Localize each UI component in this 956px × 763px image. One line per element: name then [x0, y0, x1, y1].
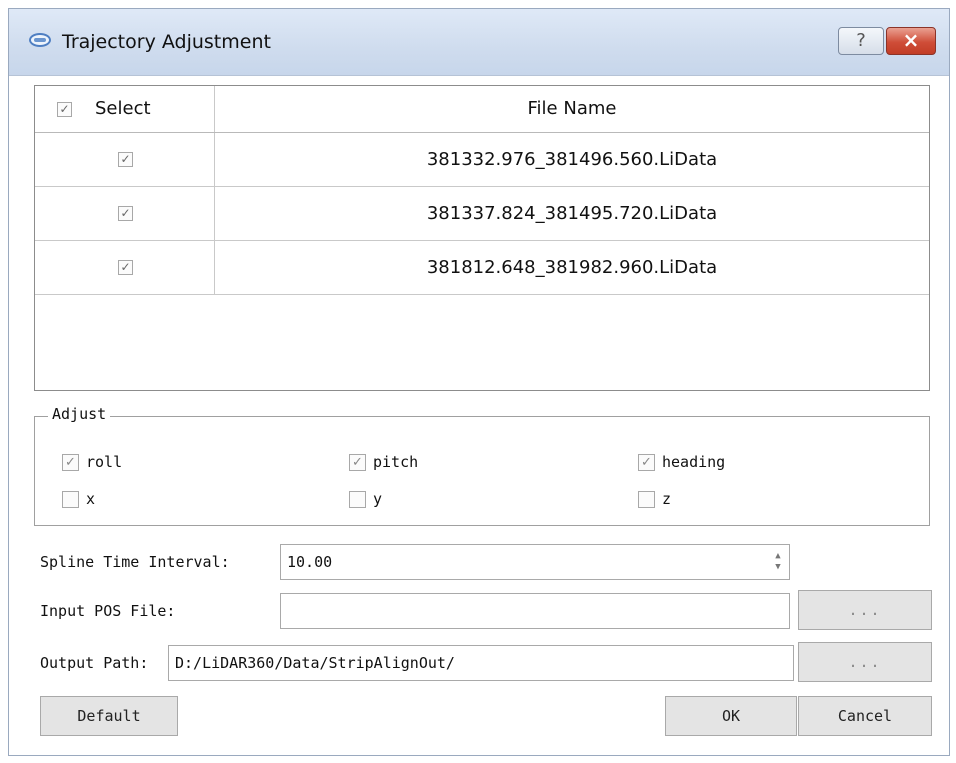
window-title: Trajectory Adjustment	[62, 31, 271, 53]
roll-label: roll	[86, 453, 123, 471]
row-select-cell: ✓	[35, 187, 215, 240]
pitch-label: pitch	[373, 453, 419, 471]
x-label: x	[86, 490, 96, 508]
heading-label: heading	[662, 453, 726, 471]
select-column-header: ✓ Select	[35, 86, 215, 132]
file-name-cell: 381812.648_381982.960.LiData	[426, 257, 718, 278]
row-select-cell: ✓	[35, 241, 215, 294]
adjust-groupbox	[34, 416, 930, 526]
close-button[interactable]: ×	[886, 27, 936, 55]
cancel-button[interactable]: Cancel	[798, 696, 932, 736]
help-button[interactable]: ?	[838, 27, 884, 55]
row-select-cell: ✓	[35, 133, 215, 186]
spin-arrows-icon[interactable]: ▲ ▼	[773, 551, 783, 575]
y-checkbox[interactable]	[349, 491, 366, 508]
file-name-cell: 381332.976_381496.560.LiData	[426, 149, 718, 170]
input-pos-label: Input POS File:	[40, 602, 176, 620]
table-row[interactable]: ✓ 381332.976_381496.560.LiData	[35, 133, 929, 187]
heading-checkbox[interactable]: ✓	[638, 454, 655, 471]
spline-interval-spinbox[interactable]: 10.00 ▲ ▼	[280, 544, 790, 580]
spline-interval-label: Spline Time Interval:	[40, 553, 230, 571]
input-pos-browse-button[interactable]: ...	[798, 590, 932, 630]
spline-interval-value: 10.00	[287, 553, 333, 571]
row-checkbox[interactable]: ✓	[118, 206, 133, 221]
file-name-cell: 381337.824_381495.720.LiData	[426, 203, 718, 224]
input-pos-field[interactable]	[280, 593, 790, 629]
x-checkbox[interactable]	[62, 491, 79, 508]
row-checkbox[interactable]: ✓	[118, 152, 133, 167]
roll-checkbox[interactable]: ✓	[62, 454, 79, 471]
title-bar[interactable]: Trajectory Adjustment ? ×	[9, 9, 949, 76]
adjust-legend: Adjust	[48, 405, 111, 423]
close-icon: ×	[902, 28, 920, 52]
z-label: z	[662, 490, 672, 508]
output-path-field[interactable]: D:/LiDAR360/Data/StripAlignOut/	[168, 645, 794, 681]
z-checkbox[interactable]	[638, 491, 655, 508]
table-row[interactable]: ✓ 381337.824_381495.720.LiData	[35, 187, 929, 241]
select-header-label: Select	[95, 98, 151, 119]
row-checkbox[interactable]: ✓	[118, 260, 133, 275]
output-path-browse-button[interactable]: ...	[798, 642, 932, 682]
ok-button[interactable]: OK	[665, 696, 797, 736]
table-row[interactable]: ✓ 381812.648_381982.960.LiData	[35, 241, 929, 295]
file-name-header[interactable]: File Name	[215, 86, 929, 132]
default-button[interactable]: Default	[40, 696, 178, 736]
table-header: ✓ Select File Name	[35, 86, 929, 133]
y-label: y	[373, 490, 383, 508]
output-path-label: Output Path:	[40, 654, 149, 672]
app-icon	[29, 33, 51, 47]
select-all-checkbox[interactable]: ✓	[57, 102, 72, 117]
file-table: ✓ Select File Name ✓ 381332.976_381496.5…	[34, 85, 930, 391]
pitch-checkbox[interactable]: ✓	[349, 454, 366, 471]
